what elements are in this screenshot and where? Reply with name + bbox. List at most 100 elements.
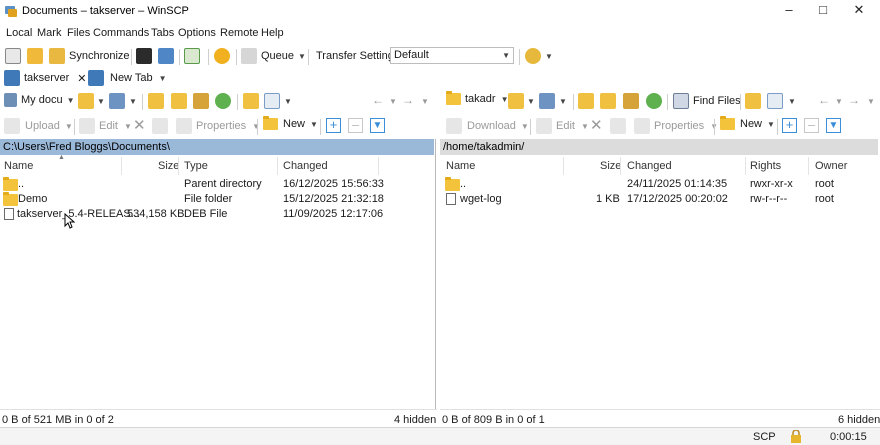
synchronize-button[interactable]: Synchronize	[49, 48, 130, 64]
table-row[interactable]: .. Parent directory 16/12/2025 15:56:33	[0, 177, 434, 192]
column-divider[interactable]	[620, 157, 621, 175]
table-row[interactable]: Demo File folder 15/12/2025 21:32:18	[0, 192, 434, 207]
rename-icon[interactable]	[152, 118, 168, 134]
unselect-minus-icon[interactable]: –	[804, 118, 819, 133]
properties-button[interactable]: Properties ▼	[176, 118, 260, 134]
right-path-bar[interactable]: /home/takadmin/	[440, 139, 878, 155]
refresh-icon[interactable]	[215, 93, 231, 109]
filter-icon[interactable]	[109, 93, 125, 109]
unselect-minus-icon[interactable]: –	[348, 118, 363, 133]
tab-new[interactable]: New Tab ▼	[88, 70, 167, 86]
left-path-bar[interactable]: C:\Users\Fred Bloggs\Documents\	[0, 139, 434, 155]
left-location-select[interactable]: My docu ▼	[4, 93, 75, 107]
delete-icon[interactable]: ✕	[590, 116, 603, 134]
synchronize-browsing-icon[interactable]	[27, 48, 43, 64]
forward-icon[interactable]: →	[848, 93, 860, 107]
chevron-down-icon[interactable]: ▼	[421, 97, 429, 106]
chevron-down-icon[interactable]: ▼	[129, 97, 137, 106]
transfer-settings-select[interactable]: Default ▼	[390, 47, 514, 64]
column-divider[interactable]	[378, 157, 379, 175]
chevron-down-icon[interactable]: ▼	[389, 97, 397, 106]
table-row[interactable]: .. 24/11/2025 01:14:35 rwxr-xr-x root	[440, 177, 878, 192]
filter-select-icon[interactable]: ▼	[370, 118, 385, 133]
right-hidden-count[interactable]: 6 hidden	[838, 414, 880, 426]
chevron-down-icon[interactable]: ▼	[867, 97, 875, 106]
root-directory-icon[interactable]	[171, 93, 187, 109]
find-files-button[interactable]: Find Files	[673, 93, 741, 109]
column-divider[interactable]	[178, 157, 179, 175]
view-mode-icon[interactable]	[264, 93, 280, 109]
column-divider[interactable]	[277, 157, 278, 175]
menu-commands[interactable]: Commands	[93, 27, 149, 39]
delete-icon[interactable]: ✕	[133, 116, 146, 134]
header-size[interactable]: Size	[158, 160, 179, 172]
close-tab-icon[interactable]: ✕	[77, 72, 86, 85]
refresh-icon[interactable]	[184, 48, 200, 64]
menu-mark[interactable]: Mark	[37, 27, 61, 39]
new-button[interactable]: New ▼	[263, 116, 318, 130]
parent-directory-icon[interactable]	[148, 93, 164, 109]
left-hidden-count[interactable]: 4 hidden	[394, 414, 436, 426]
close-button[interactable]: ✕	[836, 0, 880, 22]
column-divider[interactable]	[808, 157, 809, 175]
bookmarks-icon[interactable]	[243, 93, 259, 109]
table-row[interactable]: wget-log 1 KB 17/12/2025 00:20:02 rw-r--…	[440, 192, 878, 207]
header-name[interactable]: Name	[446, 160, 475, 172]
menu-local[interactable]: Local	[6, 27, 32, 39]
filter-icon[interactable]	[539, 93, 555, 109]
parent-directory-icon[interactable]	[578, 93, 594, 109]
header-changed[interactable]: Changed	[627, 160, 672, 172]
tab-takserver[interactable]: takserver ✕	[4, 70, 86, 86]
download-button[interactable]: Download ▼	[446, 118, 529, 134]
back-icon[interactable]: ←	[818, 93, 830, 107]
transfer-settings-icon[interactable]	[525, 48, 541, 64]
chevron-down-icon[interactable]: ▼	[788, 97, 796, 106]
edit-button[interactable]: Edit ▼	[536, 118, 589, 134]
header-size[interactable]: Size	[600, 160, 621, 172]
putty-icon[interactable]	[158, 48, 174, 64]
column-divider[interactable]	[121, 157, 122, 175]
chevron-down-icon[interactable]: ▼	[97, 97, 105, 106]
encryption-lock-icon[interactable]	[789, 429, 803, 443]
chevron-down-icon[interactable]: ▼	[284, 97, 292, 106]
menu-remote[interactable]: Remote	[220, 27, 259, 39]
console-icon[interactable]	[136, 48, 152, 64]
header-changed[interactable]: Changed	[283, 160, 328, 172]
column-divider[interactable]	[563, 157, 564, 175]
right-location-select[interactable]: takadr ▼	[446, 91, 509, 105]
rename-icon[interactable]	[610, 118, 626, 134]
header-name[interactable]: Name	[4, 160, 33, 172]
chevron-down-icon[interactable]: ▼	[559, 97, 567, 106]
chevron-down-icon[interactable]: ▼	[527, 97, 535, 106]
bookmarks-icon[interactable]	[745, 93, 761, 109]
compare-directories-icon[interactable]	[5, 48, 21, 64]
refresh-icon[interactable]	[646, 93, 662, 109]
chevron-down-icon[interactable]: ▼	[835, 97, 843, 106]
root-directory-icon[interactable]	[600, 93, 616, 109]
chevron-down-icon[interactable]: ▼	[545, 52, 553, 61]
header-owner[interactable]: Owner	[815, 160, 847, 172]
home-icon[interactable]	[193, 93, 209, 109]
open-directory-icon[interactable]	[508, 93, 524, 109]
forward-icon[interactable]: →	[402, 93, 414, 107]
queue-button[interactable]: Queue ▼	[241, 48, 306, 64]
select-all-plus-icon[interactable]: +	[326, 118, 341, 133]
menu-help[interactable]: Help	[261, 27, 284, 39]
edit-button[interactable]: Edit ▼	[79, 118, 132, 134]
back-icon[interactable]: ←	[372, 93, 384, 107]
upload-button[interactable]: Upload ▼	[4, 118, 73, 134]
header-rights[interactable]: Rights	[750, 160, 781, 172]
menu-tabs[interactable]: Tabs	[151, 27, 174, 39]
filter-select-icon[interactable]: ▼	[826, 118, 841, 133]
new-button[interactable]: New ▼	[720, 116, 775, 130]
home-icon[interactable]	[623, 93, 639, 109]
preferences-gear-icon[interactable]	[214, 48, 230, 64]
column-divider[interactable]	[745, 157, 746, 175]
view-mode-icon[interactable]	[767, 93, 783, 109]
properties-button[interactable]: Properties ▼	[634, 118, 718, 134]
header-type[interactable]: Type	[184, 160, 208, 172]
menu-files[interactable]: Files	[67, 27, 90, 39]
menu-options[interactable]: Options	[178, 27, 216, 39]
select-all-plus-icon[interactable]: +	[782, 118, 797, 133]
open-directory-icon[interactable]	[78, 93, 94, 109]
